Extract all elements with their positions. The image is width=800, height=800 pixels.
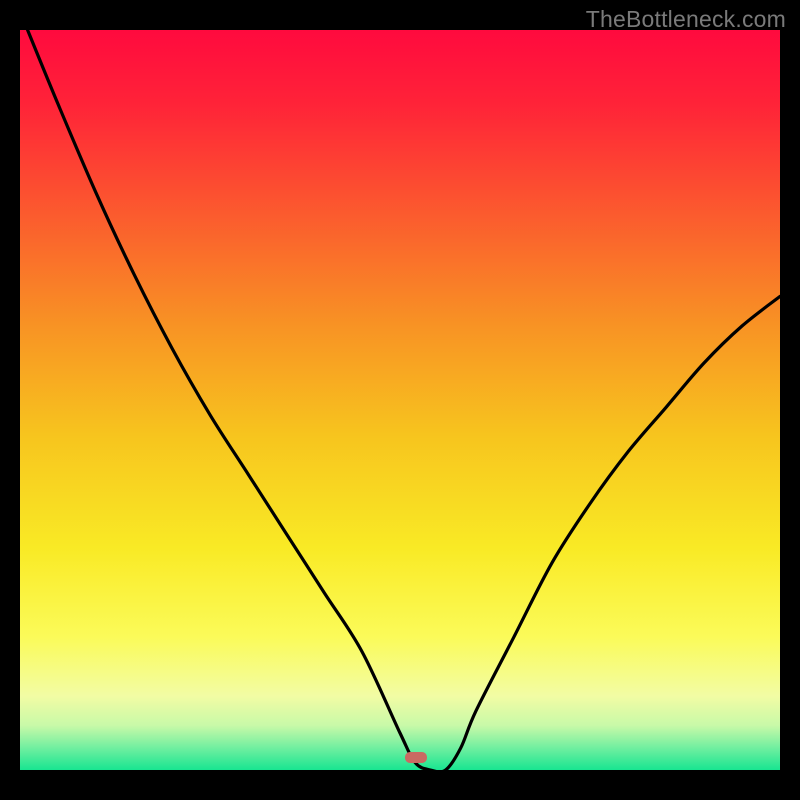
- plot-area: [20, 30, 780, 770]
- bottleneck-chart: [20, 30, 780, 770]
- gradient-background: [20, 30, 780, 770]
- watermark-text: TheBottleneck.com: [586, 6, 786, 33]
- optimal-point-marker: [405, 752, 427, 763]
- chart-frame: TheBottleneck.com: [0, 0, 800, 800]
